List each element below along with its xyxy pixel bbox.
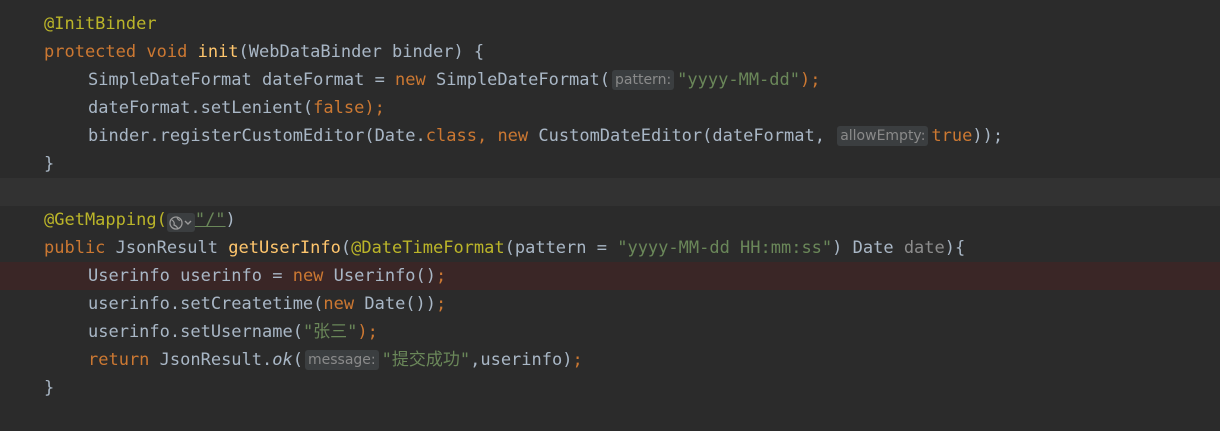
code-line-2[interactable]: protected void init(WebDataBinder binder… xyxy=(0,38,1220,66)
keyword-return: return xyxy=(88,350,150,370)
constructor-call: CustomDateEditor(dateFormat, xyxy=(528,126,836,146)
constructor-call: Userinfo() xyxy=(323,266,437,286)
globe-icon-graphic xyxy=(169,216,183,230)
annotation-init-binder: @InitBinder xyxy=(44,14,157,34)
method-call: userinfo.setUsername( xyxy=(88,322,303,342)
call-close: )); xyxy=(972,126,1004,146)
code-line-6[interactable]: } xyxy=(0,150,1220,178)
static-method-ok: ok xyxy=(272,350,293,370)
keyword-void: void xyxy=(146,42,188,62)
statement-end: ); xyxy=(800,70,821,90)
code-line-12[interactable]: userinfo.setUsername("张三"); xyxy=(0,318,1220,346)
string-literal: "提交成功" xyxy=(381,350,471,370)
keyword-new: new xyxy=(323,294,355,314)
string-literal: "张三" xyxy=(302,322,358,342)
annotation-get-mapping: @GetMapping( xyxy=(44,210,167,230)
code-line-13[interactable]: return JsonResult.ok(message: "提交成功",user… xyxy=(0,346,1220,374)
method-name-init: init xyxy=(197,42,239,62)
keyword-true: true xyxy=(931,126,973,146)
param-type: ) Date xyxy=(832,238,904,258)
code-line-3[interactable]: SimpleDateFormat dateFormat = new Simple… xyxy=(0,66,1220,94)
call-args: ,userinfo) xyxy=(470,350,573,370)
code-line-7-current[interactable] xyxy=(0,178,1220,206)
method-call: binder.registerCustomEditor(Date. xyxy=(88,126,426,146)
statement-end: ; xyxy=(572,350,583,370)
keyword-protected: protected xyxy=(44,42,137,62)
method-call: userinfo.setCreatetime( xyxy=(88,294,324,314)
method-open-brace: ){ xyxy=(944,238,966,258)
code-line-4[interactable]: dateFormat.setLenient(false); xyxy=(0,94,1220,122)
comma: , xyxy=(476,126,498,146)
parameter-hint-message: message: xyxy=(304,350,379,370)
code-line-1[interactable]: @InitBinder xyxy=(0,10,1220,38)
annotation-date-time-format: @DateTimeFormat xyxy=(351,238,505,258)
keyword-false: false xyxy=(313,98,365,118)
code-line-11[interactable]: userinfo.setCreatetime(new Date()); xyxy=(0,290,1220,318)
code-line-14[interactable]: } xyxy=(0,374,1220,402)
string-literal: "yyyy-MM-dd" xyxy=(677,70,800,90)
return-type: JsonResult xyxy=(105,238,229,258)
parameter-hint-pattern: pattern: xyxy=(612,70,675,90)
class-reference: JsonResult. xyxy=(149,350,273,370)
code-line-5[interactable]: binder.registerCustomEditor(Date.class, … xyxy=(0,122,1220,150)
closing-brace: } xyxy=(44,378,55,398)
keyword-new: new xyxy=(292,266,324,286)
code-line-9[interactable]: public JsonResult getUserInfo(@DateTimeF… xyxy=(0,234,1220,262)
globe-icon[interactable] xyxy=(166,213,195,232)
keyword-new: new xyxy=(395,70,426,90)
keyword-public: public xyxy=(44,238,106,258)
statement-end: ); xyxy=(357,322,378,342)
constructor-call: Date()) xyxy=(354,294,437,314)
string-literal: "yyyy-MM-dd HH:mm:ss" xyxy=(617,238,833,258)
code-line-10[interactable]: Userinfo userinfo = new Userinfo(); xyxy=(0,262,1220,290)
paren-open: ( xyxy=(292,350,303,370)
annotation-close: ) xyxy=(225,210,236,230)
parameter-hint-allow-empty: allowEmpty: xyxy=(837,126,929,146)
param-name-date: date xyxy=(903,238,945,258)
variable-declaration: Userinfo userinfo = xyxy=(88,266,293,286)
paren-open: ( xyxy=(340,238,352,258)
statement-end: ; xyxy=(436,266,447,286)
keyword-new: new xyxy=(497,126,529,146)
variable-declaration: SimpleDateFormat dateFormat = xyxy=(88,70,396,90)
method-call: dateFormat.setLenient( xyxy=(88,98,314,118)
statement-end: ); xyxy=(364,98,385,118)
mapping-path-string[interactable]: "/" xyxy=(195,210,226,230)
constructor-call: SimpleDateFormat( xyxy=(425,70,610,90)
method-name-get-user-info: getUserInfo xyxy=(228,238,341,258)
annotation-args: (pattern = xyxy=(504,238,618,258)
statement-end: ; xyxy=(436,294,447,314)
closing-brace: } xyxy=(44,154,55,174)
keyword-class: class xyxy=(425,126,477,146)
method-signature: (WebDataBinder binder) { xyxy=(238,42,485,62)
code-line-8[interactable]: @GetMapping( "/") xyxy=(0,206,1220,234)
code-editor[interactable]: @InitBinder protected void init(WebDataB… xyxy=(0,0,1220,431)
chevron-down-icon[interactable] xyxy=(183,216,193,230)
